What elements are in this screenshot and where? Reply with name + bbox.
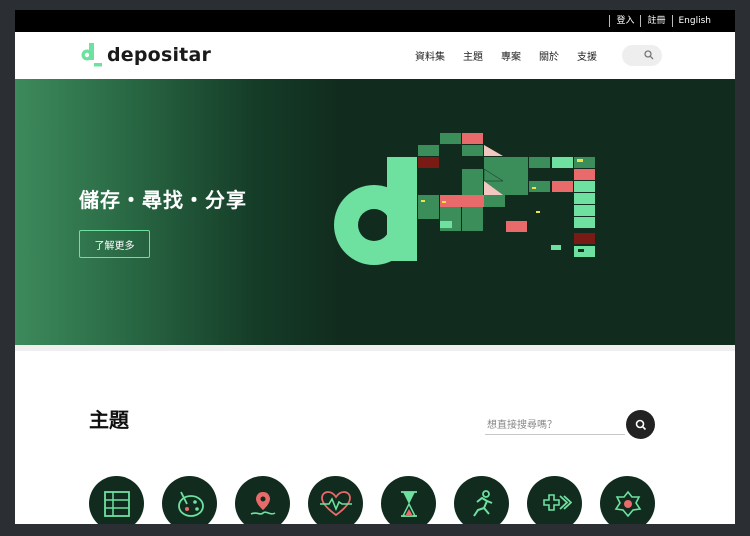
topic-nature[interactable] <box>600 476 655 524</box>
table-grid-icon <box>103 490 130 517</box>
logo-mark-icon <box>81 43 102 67</box>
hero-tagline: 儲存・尋找・分享 <box>79 188 247 212</box>
themes-title: 主題 <box>89 408 129 432</box>
main-nav: 資料集 主題 專案 關於 支援 <box>415 32 615 78</box>
topic-location[interactable] <box>235 476 290 524</box>
logo-text: depositar <box>107 44 212 66</box>
header-search[interactable] <box>622 45 662 66</box>
heartbeat-icon <box>319 490 352 516</box>
learn-more-button[interactable]: 了解更多 <box>79 230 150 258</box>
login-link[interactable]: 登入 <box>609 15 640 27</box>
section-divider <box>15 345 735 351</box>
nav-projects[interactable]: 專案 <box>501 48 521 63</box>
topic-history[interactable] <box>381 476 436 524</box>
logo[interactable]: depositar <box>79 42 211 68</box>
nav-about[interactable]: 關於 <box>539 48 559 63</box>
runner-icon <box>472 489 492 517</box>
top-bar: 登入 註冊 English <box>15 10 735 32</box>
palette-icon <box>177 491 204 517</box>
topic-medical[interactable] <box>527 476 582 524</box>
theme-search-field <box>485 413 625 436</box>
nav-support[interactable]: 支援 <box>577 48 597 63</box>
arrow-forward-icon <box>542 493 572 511</box>
account-links: 登入 註冊 English <box>609 10 717 32</box>
theme-search-input[interactable] <box>485 415 625 436</box>
nav-datasets[interactable]: 資料集 <box>415 48 445 63</box>
site-header: depositar 資料集 主題 專案 關於 支援 <box>15 32 735 78</box>
map-pin-icon <box>250 491 275 515</box>
nav-themes[interactable]: 主題 <box>463 48 483 63</box>
topic-art[interactable] <box>162 476 217 524</box>
topic-sports[interactable] <box>454 476 509 524</box>
search-icon <box>635 419 646 430</box>
topic-icon-row <box>89 476 669 524</box>
language-link[interactable]: English <box>671 15 718 27</box>
topic-health[interactable] <box>308 476 363 524</box>
flower-icon <box>614 490 641 517</box>
theme-search-button[interactable] <box>626 410 655 439</box>
hero-banner: 儲存・尋找・分享 了解更多 <box>15 79 735 345</box>
register-link[interactable]: 註冊 <box>640 15 671 27</box>
hourglass-icon <box>400 490 417 517</box>
browser-frame: 登入 註冊 English depositar 資料集 主題 專案 關於 支援 <box>15 10 735 524</box>
hero-logo-artwork <box>334 133 595 265</box>
topic-table[interactable] <box>89 476 144 524</box>
search-icon <box>644 50 654 60</box>
